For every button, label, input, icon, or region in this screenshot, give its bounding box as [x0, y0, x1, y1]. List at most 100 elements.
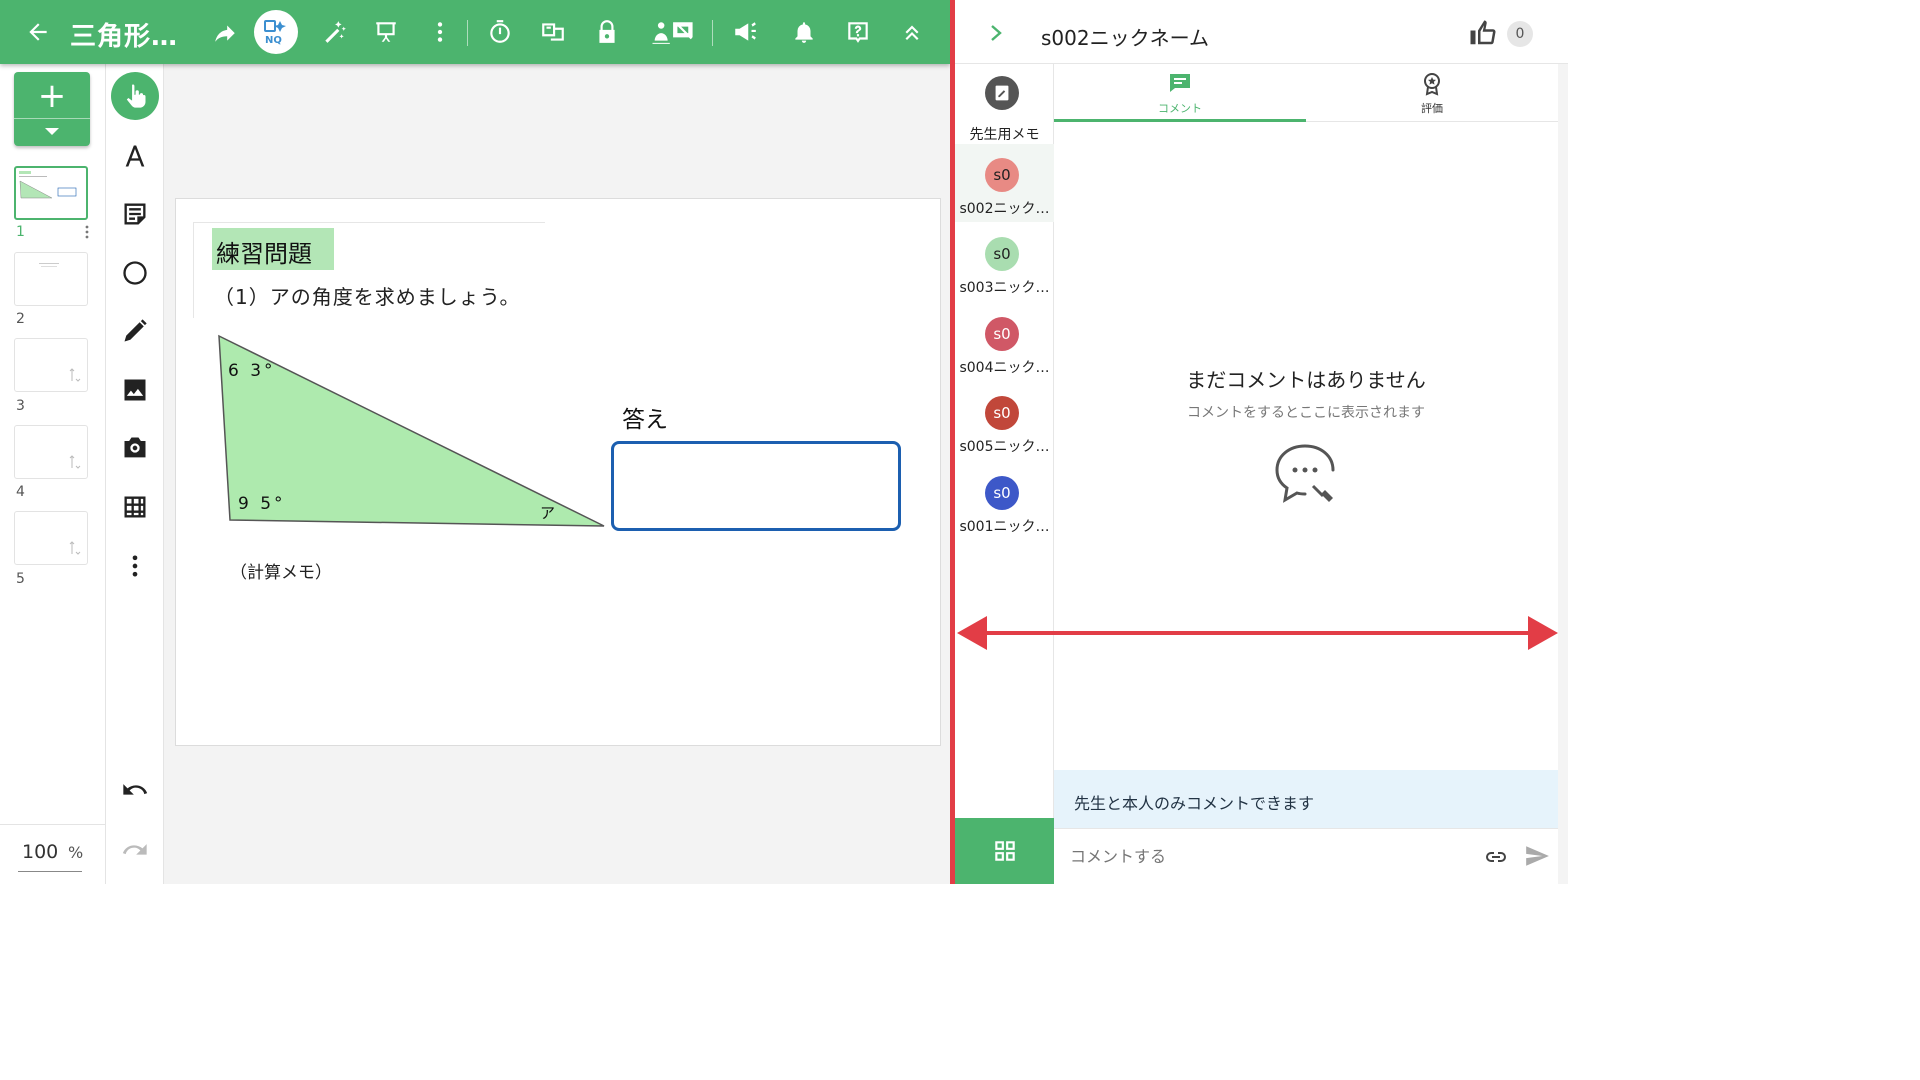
top-toolbar: 三角形… NQ x [0, 0, 950, 64]
chevron-right-icon[interactable] [989, 24, 1003, 42]
help-icon[interactable] [838, 12, 878, 52]
page-number: 5 [16, 571, 25, 587]
student-item[interactable]: s0 s003ニック… [955, 223, 1054, 301]
student-item[interactable]: s0 s005ニック… [955, 382, 1054, 460]
add-page-button[interactable]: + [14, 72, 90, 146]
comment-icon [1170, 74, 1190, 92]
page-number: 2 [16, 311, 25, 327]
zoom-value[interactable]: 100 [22, 841, 58, 863]
text-tool-icon[interactable] [111, 132, 159, 180]
plus-icon: + [37, 76, 67, 116]
avatar: s0 [985, 158, 1019, 192]
student-item[interactable]: s0 s004ニック… [955, 303, 1054, 381]
angle-a-label: ア [540, 504, 559, 522]
grid-view-button[interactable] [955, 818, 1054, 884]
panel-scrollbar[interactable] [1558, 64, 1568, 884]
student-item-name: s001ニック… [959, 519, 1050, 535]
angle-63-label: 6 3° [228, 361, 276, 381]
sticky-note-icon[interactable] [111, 190, 159, 238]
page-thumbnail-1[interactable] [14, 166, 88, 220]
page-thumbnail-2[interactable] [14, 252, 88, 306]
collapse-icon[interactable] [892, 12, 932, 52]
megaphone-icon[interactable] [725, 12, 765, 52]
comment-bubble-icon [1275, 444, 1335, 503]
pointer-hand-icon[interactable] [111, 72, 159, 120]
svg-text:x: x [555, 30, 560, 39]
magic-icon[interactable] [314, 12, 354, 52]
empty-state-subtitle: コメントをするとここに表示されます [1187, 405, 1425, 421]
page-thumbnail-3[interactable] [14, 338, 88, 392]
bell-icon[interactable] [784, 12, 824, 52]
empty-state-title: まだコメントはありません [1186, 368, 1426, 392]
caret-down-icon[interactable] [45, 128, 59, 135]
page-menu-icon[interactable] [84, 224, 90, 244]
comment-input-bar [1054, 828, 1558, 884]
comment-permission-notice: 先生と本人のみコメントできます [1054, 770, 1558, 828]
more-vert-icon[interactable] [420, 12, 460, 52]
answer-box[interactable] [611, 441, 901, 531]
student-item-name: s005ニック… [959, 439, 1050, 455]
student-list: 先生用メモ s0 s002ニック… s0 s003ニック… s0 s004ニック… [955, 64, 1054, 884]
link-icon[interactable] [1484, 845, 1508, 869]
image-icon[interactable] [111, 366, 159, 414]
exercise-heading[interactable]: 練習問題 [216, 234, 312, 269]
send-icon[interactable] [1524, 843, 1550, 869]
back-icon[interactable] [18, 12, 58, 52]
pen-icon[interactable] [111, 307, 159, 355]
page-list-pane: + 1 2 3 4 5 100 % [0, 64, 106, 884]
like-count-badge: 0 [1507, 21, 1533, 47]
shape-circle-icon[interactable] [111, 249, 159, 297]
student-item-name: s004ニック… [959, 360, 1050, 376]
student-name: s002ニックネーム [1041, 26, 1209, 50]
undo-icon[interactable] [111, 766, 159, 814]
award-icon [1424, 73, 1440, 96]
question-text[interactable]: （1）アの角度を求めましょう。 [214, 281, 521, 310]
page-thumbnail-5[interactable] [14, 511, 88, 565]
panel-resize-handle[interactable] [950, 0, 955, 884]
comment-panel: s002ニックネーム 0 先生用メモ s0 s002ニック… s0 s003ニッ… [955, 0, 1568, 884]
app-window: 三角形… NQ x + 1 2 3 4 5 100 % 練習問題 （1）アの角度… [0, 0, 1568, 884]
timer-icon[interactable] [480, 12, 520, 52]
angle-95-label: 9 5° [238, 494, 286, 514]
page-number: 1 [16, 224, 25, 240]
panel-header: s002ニックネーム 0 [955, 6, 1568, 64]
avatar: s0 [985, 237, 1019, 271]
page-thumbnail-4[interactable] [14, 425, 88, 479]
page-number: 3 [16, 398, 25, 414]
student-item-name: s002ニック… [959, 201, 1050, 217]
avatar: s0 [985, 396, 1019, 430]
student-item[interactable]: s0 s001ニック… [955, 462, 1054, 540]
teacher-memo-button[interactable]: 先生用メモ [955, 72, 1054, 143]
tool-column [106, 64, 164, 884]
more-tools-icon[interactable] [111, 542, 159, 590]
svg-text:NQ: NQ [265, 35, 282, 46]
camera-icon[interactable] [111, 424, 159, 472]
redo-icon[interactable] [111, 826, 159, 874]
tab-comment[interactable]: コメント [1054, 64, 1306, 122]
thumbs-up-icon[interactable] [1467, 18, 1499, 48]
student-item-name: s003ニック… [959, 280, 1050, 296]
table-icon[interactable] [111, 483, 159, 531]
present-icon[interactable] [366, 12, 406, 52]
tab-label: コメント [1158, 102, 1202, 115]
page-number: 4 [16, 484, 25, 500]
zoom-control[interactable]: 100 % [0, 824, 106, 884]
document-title[interactable]: 三角形… [70, 16, 178, 53]
grid-icon [994, 841, 1015, 861]
tab-label: 評価 [1421, 102, 1443, 115]
student-item[interactable]: s0 s002ニック… [955, 144, 1054, 222]
share-icon[interactable] [205, 12, 245, 52]
avatar: s0 [985, 317, 1019, 351]
double-arrow-icon [957, 616, 1558, 650]
zoom-unit: % [68, 843, 84, 862]
calc-memo-label: （計算メモ） [230, 563, 332, 583]
notice-text: 先生と本人のみコメントできます [1074, 794, 1315, 813]
nq-icon[interactable]: NQ [254, 10, 298, 54]
hide-screen-icon[interactable] [642, 12, 702, 52]
comment-input[interactable] [1070, 847, 1450, 866]
memo-edit-icon [985, 76, 1019, 110]
tab-evaluation[interactable]: 評価 [1306, 64, 1558, 122]
teacher-memo-label: 先生用メモ [969, 127, 1040, 143]
translate-icon[interactable]: x [533, 12, 573, 52]
lock-icon[interactable] [587, 12, 627, 52]
